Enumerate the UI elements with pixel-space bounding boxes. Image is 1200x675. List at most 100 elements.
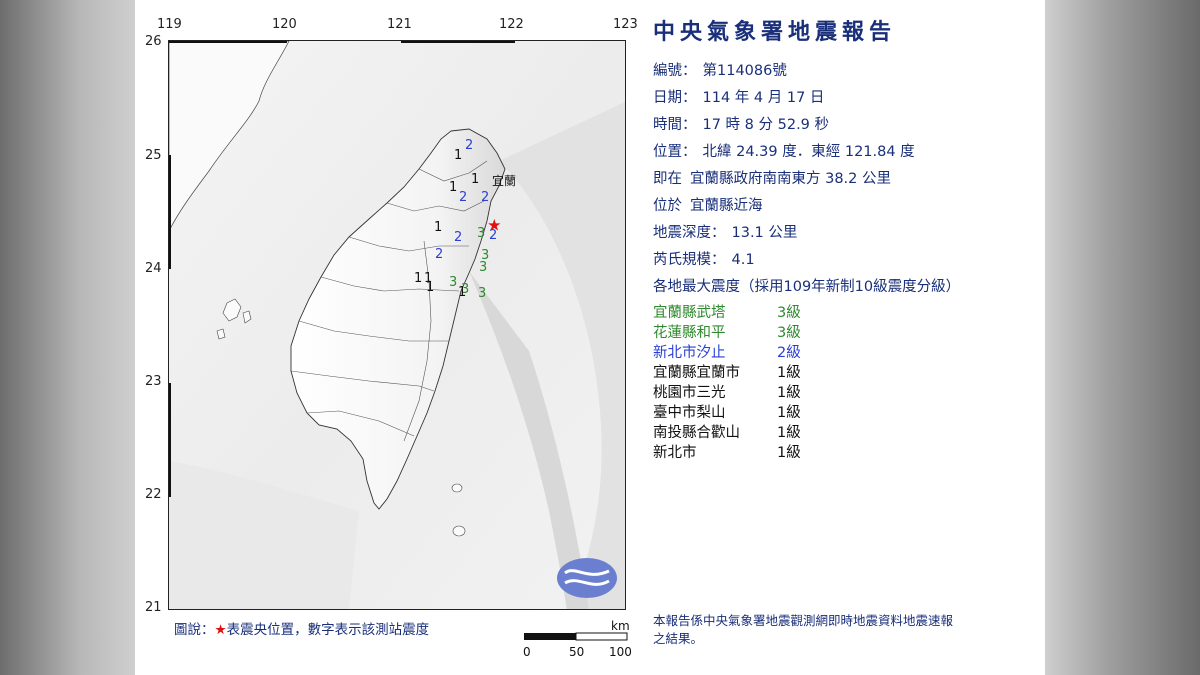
intensity-level: 2級 — [777, 345, 801, 361]
station-intensity-mark: 1 — [458, 285, 466, 300]
earthquake-map[interactable]: 21111222322333111331 宜蘭 ★ — [168, 40, 626, 610]
station-intensity-mark: 3 — [478, 286, 486, 301]
scale-unit: km — [611, 619, 630, 633]
intensity-level: 1級 — [777, 385, 801, 401]
date-value: 114 年 4 月 17 日 — [702, 90, 825, 106]
magnitude-label: 芮氏規模： — [653, 252, 726, 268]
depth-row: 地震深度： 13.1 公里 — [653, 220, 1033, 247]
scale-segment-dark — [524, 633, 576, 640]
station-intensity-mark: 2 — [459, 190, 467, 205]
map-canvas: 2111122 23223331 11 3 31 宜蘭 ★ — [169, 41, 625, 609]
station-intensity-mark: 2 — [465, 138, 473, 153]
station-intensity-mark: 1 — [471, 172, 479, 187]
report-note: 本報告係中央氣象署地震觀測網即時地震資料地震速報之結果。 — [653, 613, 954, 646]
intensity-level: 1級 — [777, 425, 801, 441]
station-intensity-mark: 3 — [477, 226, 485, 241]
located-label: 即在 — [653, 171, 682, 187]
area-label: 位於 — [653, 198, 682, 214]
report-title: 中央氣象署地震報告 — [653, 20, 897, 45]
intensity-row: 新北市 1級 — [653, 443, 1033, 463]
date-row: 日期： 114 年 4 月 17 日 — [653, 85, 1033, 112]
magnitude-row: 芮氏規模： 4.1 — [653, 247, 1033, 274]
intensity-row: 花蓮縣和平 3級 — [653, 323, 1033, 343]
lon-tick-label: 119 — [157, 17, 182, 32]
lat-tick-label: 26 — [145, 34, 162, 49]
scale-label-100: 100 — [609, 645, 632, 659]
position-label: 位置： — [653, 144, 697, 160]
green-island — [451, 483, 463, 493]
intensity-row: 宜蘭縣宜蘭市 1級 — [653, 363, 1033, 383]
intensity-row: 新北市汐止 2級 — [653, 343, 1033, 363]
time-value: 17 時 8 分 52.9 秒 — [702, 117, 830, 133]
station-intensity-mark: 2 — [481, 190, 489, 205]
station-intensity-mark: 3 — [449, 275, 457, 290]
intensity-level: 1級 — [777, 365, 801, 381]
legend-text: 表震央位置，數字表示該測站震度 — [226, 622, 430, 638]
intensity-row: 臺中市梨山 1級 — [653, 403, 1033, 423]
map-legend: 圖說：★表震央位置，數字表示該測站震度 — [174, 618, 429, 638]
intensity-row: 南投縣合歡山 1級 — [653, 423, 1033, 443]
area-row: 位於 宜蘭縣近海 — [653, 193, 1033, 220]
intensity-level: 1級 — [777, 405, 801, 421]
lon-tick-label: 123 — [613, 17, 638, 32]
intensity-place: 新北市汐止 — [653, 345, 726, 361]
number-row: 編號： 第114086號 — [653, 58, 1033, 85]
intensity-row: 宜蘭縣武塔 3級 — [653, 303, 1033, 323]
intensity-place: 南投縣合歡山 — [653, 425, 740, 441]
lat-tick-label: 21 — [145, 600, 162, 615]
position-value: 北緯 24.39 度．東經 121.84 度 — [702, 144, 915, 160]
station-intensity-mark: 1 — [454, 148, 462, 163]
intensity-heading: 各地最大震度（採用109年新制10級震度分級） — [653, 279, 961, 295]
located-value: 宜蘭縣政府南南東方 38.2 公里 — [690, 171, 892, 187]
background-right — [1045, 0, 1200, 675]
yilan-city-label: 宜蘭 — [492, 173, 516, 188]
scale-label-50: 50 — [569, 645, 584, 659]
depth-label: 地震深度： — [653, 225, 726, 241]
intensity-place: 臺中市梨山 — [653, 405, 726, 421]
intensity-place: 花蓮縣和平 — [653, 325, 726, 341]
date-label: 日期： — [653, 90, 697, 106]
orchid-island — [452, 525, 466, 537]
scale-segment-light — [575, 632, 628, 641]
intensity-level: 3級 — [777, 325, 801, 341]
intensity-place: 新北市 — [653, 445, 697, 461]
intensity-place: 宜蘭縣武塔 — [653, 305, 726, 321]
legend-star-icon: ★ — [214, 622, 227, 638]
intensity-row: 桃園市三光 1級 — [653, 383, 1033, 403]
lon-tick-label: 120 — [272, 17, 297, 32]
station-intensity-mark: 1 — [414, 271, 422, 286]
intensity-level: 3級 — [777, 305, 801, 321]
lon-tick-label: 122 — [499, 17, 524, 32]
station-intensity-mark: 1 — [449, 180, 457, 195]
position-row: 位置： 北緯 24.39 度．東經 121.84 度 — [653, 139, 1033, 166]
lon-tick-label: 121 — [387, 17, 412, 32]
scale-label-0: 0 — [523, 645, 531, 659]
station-intensity-mark: 2 — [435, 247, 443, 262]
number-label: 編號： — [653, 63, 697, 79]
lat-tick-label: 24 — [145, 261, 162, 276]
intensity-list: 宜蘭縣武塔 3級 花蓮縣和平 3級 新北市汐止 2級 宜蘭縣宜蘭市 1級 桃園市三光 1級 臺中市梨… — [653, 303, 1033, 463]
cwa-logo — [557, 558, 617, 598]
depth-value: 13.1 公里 — [731, 225, 798, 241]
report-panel: 中央氣象署地震報告 編號： 第114086號 日期： 114 年 4 月 17 日 … — [653, 14, 1033, 463]
lat-tick-label: 23 — [145, 374, 162, 389]
magnitude-value: 4.1 — [731, 252, 755, 268]
located-row: 即在 宜蘭縣政府南南東方 38.2 公里 — [653, 166, 1033, 193]
number-value: 第114086號 — [702, 63, 787, 79]
intensity-level: 1級 — [777, 445, 801, 461]
epicenter-star: ★ — [487, 216, 501, 235]
area-value: 宜蘭縣近海 — [690, 198, 763, 214]
intensity-place: 桃園市三光 — [653, 385, 726, 401]
background-left — [0, 0, 135, 675]
time-label: 時間： — [653, 117, 697, 133]
time-row: 時間： 17 時 8 分 52.9 秒 — [653, 112, 1033, 139]
lat-tick-label: 25 — [145, 148, 162, 163]
station-intensity-mark: 1 — [426, 280, 434, 295]
scale-bar: km 0 50 100 — [523, 618, 633, 663]
station-intensity-mark: 3 — [479, 260, 487, 275]
station-intensity-mark: 2 — [454, 230, 462, 245]
intensity-place: 宜蘭縣宜蘭市 — [653, 365, 740, 381]
lat-tick-label: 22 — [145, 487, 162, 502]
legend-prefix: 圖說： — [174, 622, 215, 638]
station-intensity-mark: 1 — [434, 220, 442, 235]
